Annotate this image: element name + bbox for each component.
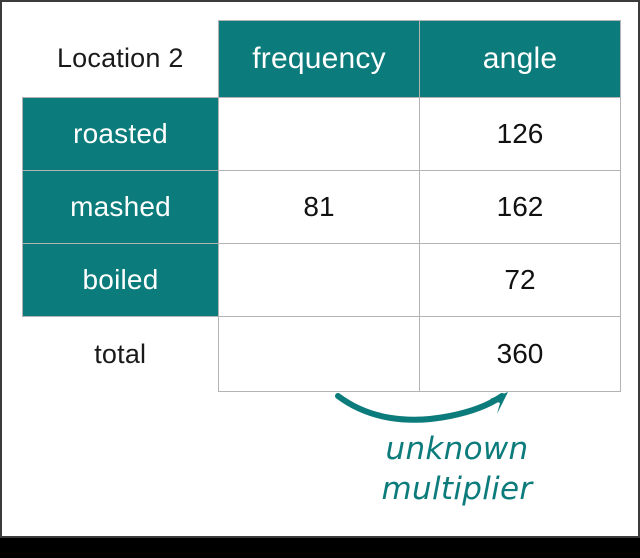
cell-mashed-frequency: 81 [218,170,420,244]
annotation-line-1: unknown [385,431,529,467]
table-corner-label: Location 2 [22,20,219,98]
column-header-frequency: frequency [218,20,420,98]
table-row: boiled 72 [22,243,621,317]
table-row: total 360 [22,316,621,392]
cell-roasted-angle: 126 [419,97,621,171]
cell-total-angle: 360 [419,316,621,392]
frequency-angle-table: Location 2 frequency angle roasted 126 m… [22,20,621,392]
cell-mashed-angle: 162 [419,170,621,244]
slide-canvas: Location 2 frequency angle roasted 126 m… [0,0,640,538]
row-label-mashed: mashed [22,170,219,244]
table-row: roasted 126 [22,97,621,171]
row-label-boiled: boiled [22,243,219,317]
bottom-letterbox-bar [0,538,640,558]
row-label-total: total [22,316,219,391]
cell-total-frequency[interactable] [218,316,420,392]
cell-boiled-angle: 72 [419,243,621,317]
annotation-text: unknown multiplier [322,430,592,509]
cell-roasted-frequency[interactable] [218,97,420,171]
annotation-line-2: multiplier [381,470,533,507]
annotation-group: unknown multiplier [322,390,622,530]
column-header-angle: angle [419,20,621,98]
table-header-row: Location 2 frequency angle [22,20,621,98]
row-label-roasted: roasted [22,97,219,171]
table-row: mashed 81 162 [22,170,621,244]
cell-boiled-frequency[interactable] [218,243,420,317]
